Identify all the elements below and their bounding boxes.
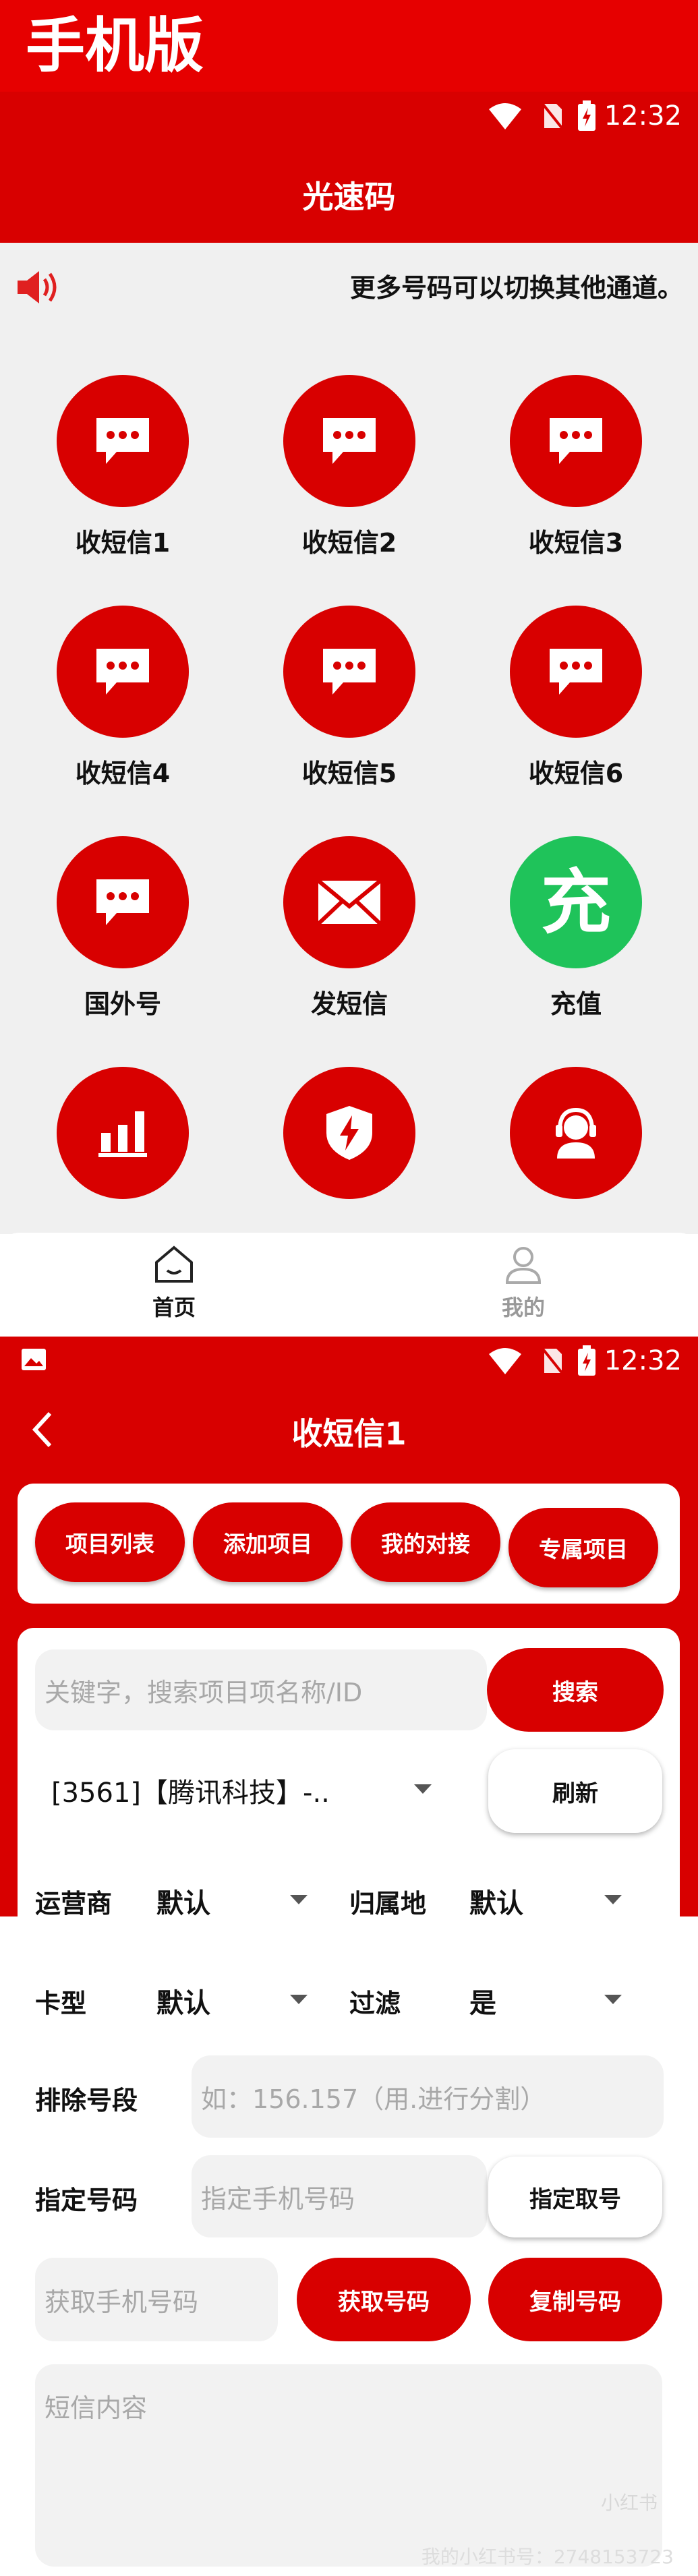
tile-label: 收短信6 (528, 759, 624, 788)
tile-label: 发短信 (310, 989, 388, 1019)
page-title: 光速码 (302, 179, 396, 215)
sms-content-area[interactable]: 短信内容 (35, 2364, 662, 2567)
phone-number-field[interactable]: 获取手机号码 (35, 2258, 278, 2341)
notice-text: 更多号码可以切换其他通道。 (349, 273, 683, 303)
message-icon (57, 606, 189, 738)
card-type-select[interactable]: 默认 (156, 1981, 210, 2020)
watermark-logo: 小红书 (600, 2492, 658, 2514)
assign-number-button[interactable]: 指定取号 (488, 2157, 662, 2237)
tile-label: 收短信4 (75, 759, 171, 788)
region-select[interactable]: 默认 (469, 1881, 523, 1921)
tile-label: 收短信3 (528, 528, 624, 558)
exclude-prefix-input[interactable]: 如：156.157（用.进行分割） (192, 2055, 664, 2138)
chevron-down-icon (604, 1995, 622, 2004)
tile-sms-3[interactable]: 收短信3 (488, 375, 664, 577)
clock: 12:32 (604, 100, 682, 131)
exclude-label: 排除号段 (35, 2086, 138, 2115)
chevron-down-icon (290, 1895, 308, 1904)
tile-label: 收短信2 (301, 528, 397, 558)
message-icon (57, 375, 189, 507)
speaker-icon (18, 271, 57, 303)
filter-label: 过滤 (349, 1989, 401, 2018)
message-icon (510, 606, 642, 738)
operator-label: 运营商 (35, 1889, 113, 1919)
tile-recharge[interactable]: 充 充值 (488, 836, 664, 1038)
sms-form: 关键字，搜索项目项名称/ID 搜索 [3561]【腾讯科技】-.. 刷新 运营商… (18, 1628, 680, 2576)
wifi-icon (489, 103, 521, 129)
chevron-down-icon (414, 1784, 432, 1794)
tile-sms-5[interactable]: 收短信5 (262, 606, 437, 808)
tile-send-sms[interactable]: 发短信 (262, 836, 437, 1038)
tile-sms-4[interactable]: 收短信4 (35, 606, 210, 808)
banner-title: 手机版 (26, 11, 204, 80)
gallery-icon (22, 1349, 46, 1370)
message-icon (57, 836, 189, 968)
tab-add-project[interactable]: 添加项目 (193, 1502, 343, 1582)
tile-sms-1[interactable]: 收短信1 (35, 375, 210, 577)
copy-number-button[interactable]: 复制号码 (488, 2258, 662, 2341)
tile-label: 收短信1 (75, 528, 171, 558)
battery-charging-icon (578, 1345, 595, 1376)
chevron-down-icon (604, 1895, 622, 1904)
region-label: 归属地 (349, 1889, 427, 1919)
tile-statistics[interactable] (35, 1067, 210, 1199)
tab-exclusive-project[interactable]: 专属项目 (508, 1508, 658, 1587)
nav-home[interactable]: 首页 (107, 1245, 241, 1322)
chart-icon (57, 1067, 189, 1199)
status-bar: 12:32 (0, 1337, 698, 1385)
watermark-text: 我的小红书号：2748153723 (421, 2546, 674, 2568)
app-header: 光速码 (0, 140, 698, 243)
tab-project-list[interactable]: 项目列表 (35, 1502, 185, 1582)
project-tabs: 项目列表 添加项目 我的对接 专属项目 (18, 1484, 680, 1604)
shield-bolt-icon (283, 1067, 415, 1199)
chevron-down-icon (290, 1995, 308, 2004)
tile-customer-service[interactable] (488, 1067, 664, 1199)
tile-foreign-number[interactable]: 国外号 (35, 836, 210, 1038)
bottom-nav: 首页 我的 (0, 1233, 698, 1337)
tile-sms-2[interactable]: 收短信2 (262, 375, 437, 577)
recharge-icon: 充 (510, 836, 642, 968)
get-number-button[interactable]: 获取号码 (297, 2258, 471, 2341)
clock: 12:32 (604, 1345, 682, 1376)
message-icon (283, 606, 415, 738)
page-title: 收短信1 (291, 1415, 407, 1452)
assign-number-input[interactable]: 指定手机号码 (192, 2155, 487, 2237)
home-icon (155, 1246, 193, 1283)
operator-select[interactable]: 默认 (156, 1881, 210, 1921)
message-icon (510, 375, 642, 507)
user-icon (505, 1247, 542, 1284)
top-banner: 手机版 (0, 0, 698, 92)
nav-mine-label: 我的 (501, 1295, 545, 1320)
message-icon (283, 375, 415, 507)
tab-my-docking[interactable]: 我的对接 (351, 1502, 500, 1582)
tile-sms-6[interactable]: 收短信6 (488, 606, 664, 808)
filter-select[interactable]: 是 (469, 1981, 496, 2020)
tile-security[interactable] (262, 1067, 437, 1199)
project-select[interactable]: [3561]【腾讯科技】-.. (51, 1771, 330, 1810)
search-input[interactable]: 关键字，搜索项目项名称/ID (35, 1649, 487, 1730)
nav-mine[interactable]: 我的 (456, 1245, 591, 1322)
no-sim-icon (540, 1346, 564, 1376)
tile-label: 充值 (550, 989, 602, 1019)
battery-charging-icon (578, 100, 595, 131)
tile-label: 国外号 (84, 989, 161, 1019)
nav-home-label: 首页 (152, 1295, 196, 1320)
no-sim-icon (540, 101, 564, 131)
support-agent-icon (510, 1067, 642, 1199)
status-bar: 12:32 (0, 92, 698, 140)
refresh-button[interactable]: 刷新 (488, 1749, 662, 1833)
tile-label: 收短信5 (301, 759, 397, 788)
wifi-icon (489, 1348, 521, 1374)
assign-label: 指定号码 (35, 2186, 138, 2215)
envelope-icon (283, 836, 415, 968)
search-button[interactable]: 搜索 (487, 1648, 664, 1732)
card-type-label: 卡型 (35, 1989, 87, 2018)
